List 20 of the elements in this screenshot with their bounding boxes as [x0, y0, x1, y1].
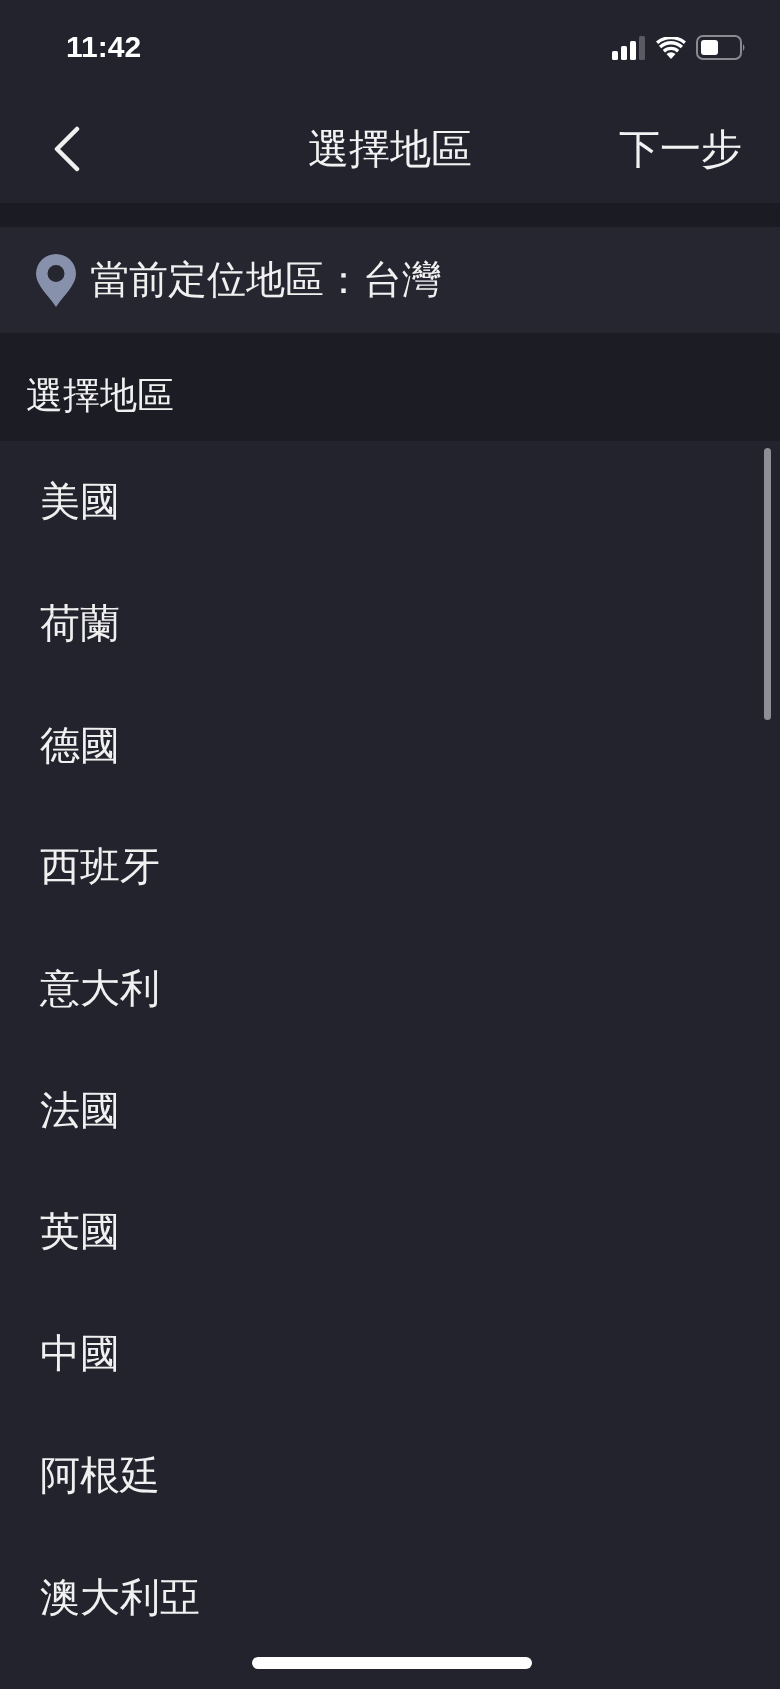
region-item[interactable]: 德國	[0, 684, 780, 807]
region-item[interactable]: 中國	[0, 1292, 780, 1415]
next-button[interactable]: 下一步	[619, 121, 742, 177]
current-location-text: 當前定位地區：台灣	[90, 256, 441, 304]
region-item[interactable]: 阿根廷	[0, 1414, 780, 1537]
region-item[interactable]: 澳大利亞	[0, 1536, 780, 1658]
region-item[interactable]: 荷蘭	[0, 562, 780, 685]
region-item[interactable]: 意大利	[0, 927, 780, 1050]
location-pin-icon	[36, 253, 76, 307]
region-item[interactable]: 法國	[0, 1049, 780, 1172]
section-title: 選擇地區	[26, 373, 174, 419]
region-item[interactable]: 美國	[0, 441, 780, 563]
wifi-icon	[656, 36, 686, 59]
battery-icon	[696, 35, 746, 60]
region-item[interactable]: 西班牙	[0, 806, 780, 928]
page-title: 選擇地區	[308, 123, 472, 175]
back-icon	[53, 126, 81, 172]
signal-icon	[612, 35, 646, 60]
region-item[interactable]: 英國	[0, 1171, 780, 1293]
status-time: 11:42	[66, 29, 142, 64]
